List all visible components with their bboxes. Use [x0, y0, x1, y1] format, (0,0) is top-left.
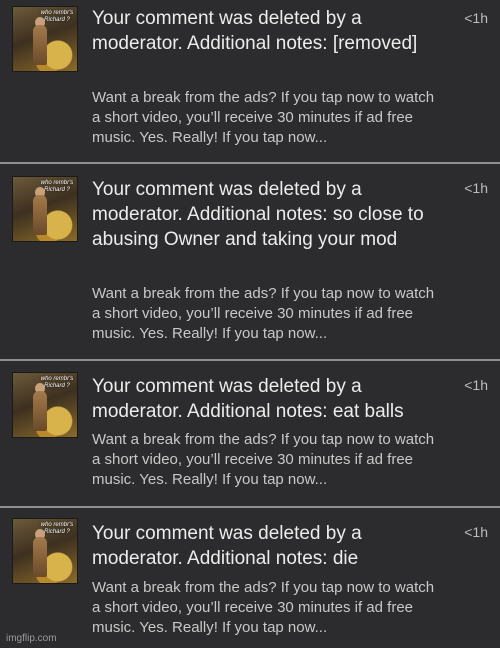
notification-time: <1h [464, 10, 488, 26]
watermark: imgflip.com [6, 633, 57, 644]
notification-time: <1h [464, 377, 488, 393]
notification-time: <1h [464, 524, 488, 540]
notification-title: Your comment was deleted by a moderator.… [92, 376, 404, 422]
notification-title: Your comment was deleted by a moderator.… [92, 8, 418, 54]
notification-body: Want a break from the ads? If you tap no… [92, 89, 435, 146]
notification-item[interactable]: who rembr's Richard ? Your comment was d… [0, 361, 500, 506]
avatar: who rembr's Richard ? [12, 518, 78, 584]
notification-item[interactable]: who rembr's Richard ? Your comment was d… [0, 164, 500, 359]
avatar: who rembr's Richard ? [12, 6, 78, 72]
notification-time: <1h [464, 180, 488, 196]
notification-title: Your comment was deleted by a moderator.… [92, 523, 362, 569]
notification-title: Your comment was deleted by a moderator.… [92, 179, 424, 250]
notification-item[interactable]: who rembr's Richard ? Your comment was d… [0, 0, 500, 162]
avatar: who rembr's Richard ? [12, 372, 78, 438]
notification-item[interactable]: who rembr's Richard ? Your comment was d… [0, 508, 500, 648]
notification-body: Want a break from the ads? If you tap no… [92, 285, 435, 342]
avatar: who rembr's Richard ? [12, 176, 78, 242]
notification-body: Want a break from the ads? If you tap no… [92, 579, 435, 636]
notification-body: Want a break from the ads? If you tap no… [92, 431, 435, 488]
